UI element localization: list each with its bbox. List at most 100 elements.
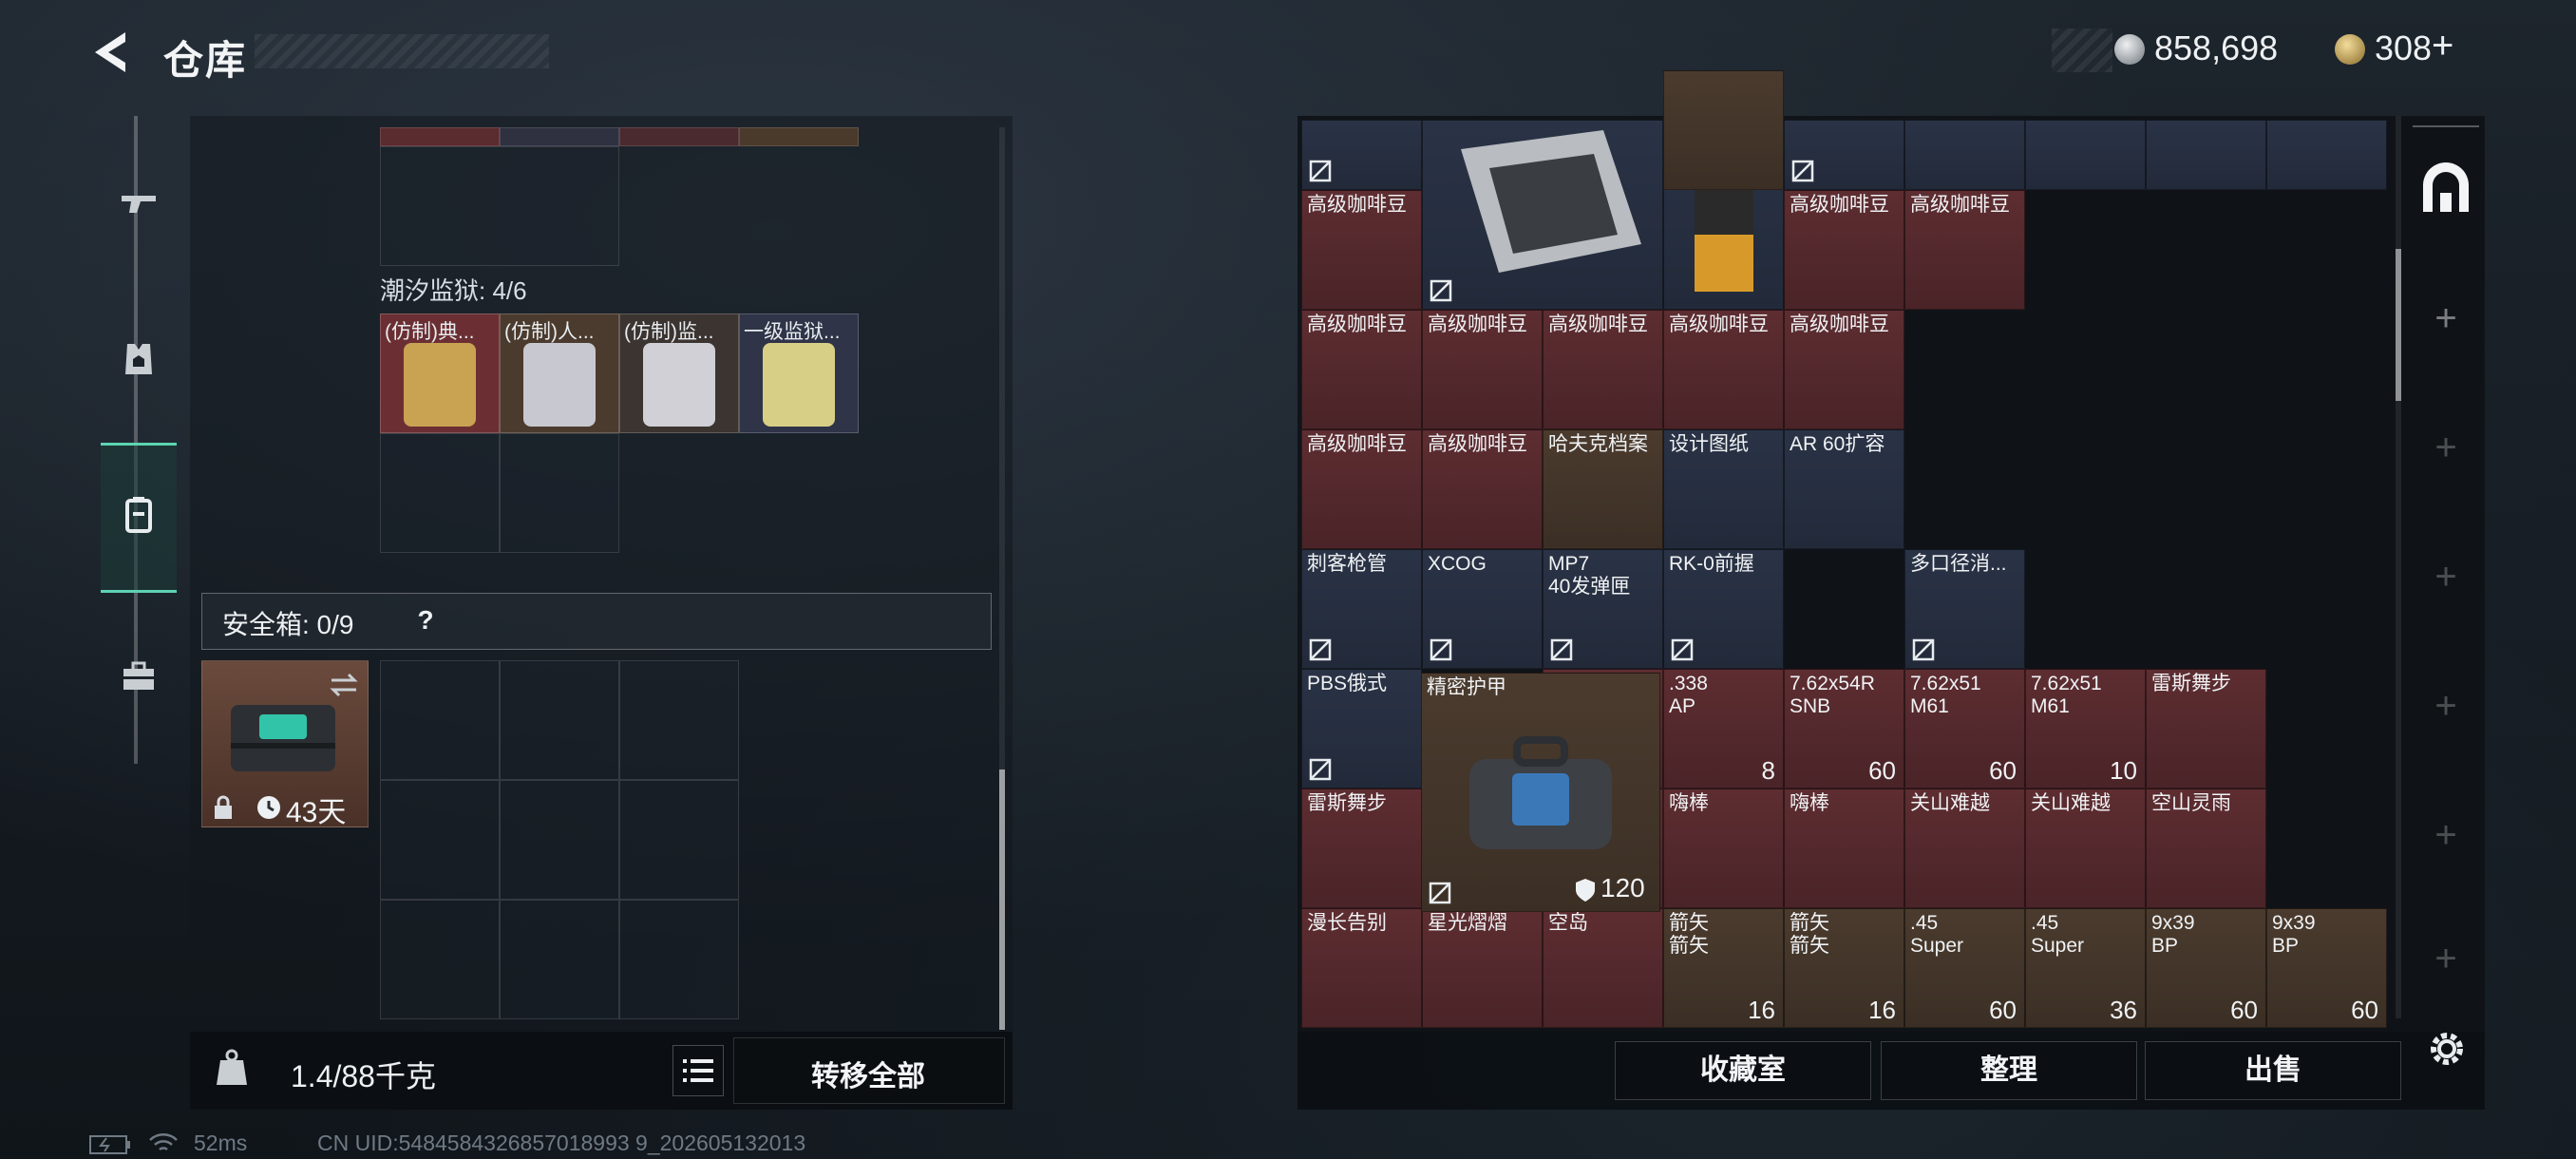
toolkit-item[interactable] [1422, 120, 1663, 310]
warehouse-item[interactable]: 嗨棒 [1663, 788, 1784, 908]
warehouse-item[interactable]: RK-0前握 [1663, 549, 1784, 669]
warehouse-item[interactable]: 空山灵雨 [2146, 788, 2266, 908]
add-warehouse-tab-1[interactable]: + [2413, 262, 2479, 374]
safe-slot[interactable] [619, 900, 739, 1019]
precision-armor-item[interactable]: 精密护甲 120 [1421, 673, 1660, 912]
prison-item-card[interactable]: (仿制)典... [380, 314, 500, 433]
warehouse-item[interactable]: 空岛 [1543, 908, 1663, 1028]
warehouse-item[interactable]: 高级咖啡豆 [1301, 310, 1422, 429]
warehouse-item[interactable] [1784, 120, 1904, 190]
prison-item-card[interactable]: 一级监狱... [739, 314, 859, 433]
back-arrow-icon[interactable] [87, 27, 135, 78]
warehouse-item[interactable]: .45 Super 36 [2025, 908, 2146, 1028]
warehouse-item[interactable]: AR 60扩容 [1784, 429, 1904, 549]
item-label: 设计图纸 [1669, 433, 1749, 455]
nav-armor-tab[interactable] [101, 314, 177, 408]
empty-slot[interactable] [380, 433, 500, 553]
sell-button[interactable]: 出售 [2145, 1041, 2401, 1100]
warehouse-item[interactable]: 高级咖啡豆 [1301, 190, 1422, 310]
add-currency-button[interactable]: + [2432, 25, 2453, 67]
item-count: 16 [1748, 996, 1775, 1024]
container-slot[interactable] [500, 127, 619, 146]
warehouse-item[interactable] [2025, 120, 2146, 190]
warehouse-item[interactable]: 9x39 BP 60 [2266, 908, 2387, 1028]
warehouse-item[interactable]: 7.62x54R SNB 60 [1784, 669, 1904, 788]
clock-icon [257, 796, 280, 819]
add-warehouse-tab-3[interactable]: + [2413, 521, 2479, 633]
warehouse-item[interactable]: 高级咖啡豆 [1904, 190, 2025, 310]
safe-slot[interactable] [500, 780, 619, 900]
warehouse-item[interactable]: 高级咖啡豆 [1663, 310, 1784, 429]
add-warehouse-tab-4[interactable]: + [2413, 650, 2479, 762]
nav-toolbox-tab[interactable] [101, 631, 177, 726]
warehouse-item[interactable]: 7.62x51 M61 10 [2025, 669, 2146, 788]
empty-slot[interactable] [380, 146, 619, 266]
help-button[interactable]: ? [407, 600, 445, 640]
nav-backpack-tab[interactable] [101, 443, 177, 593]
keycard-icon [404, 343, 476, 427]
warehouse-item[interactable]: 星光熠熠 [1422, 908, 1543, 1028]
warehouse-item[interactable]: 高级咖啡豆 [1784, 190, 1904, 310]
warehouse-item[interactable]: 9x39 BP 60 [2146, 908, 2266, 1028]
container-slot[interactable] [619, 127, 739, 146]
warehouse-item[interactable]: 7.62x51 M61 60 [1904, 669, 2025, 788]
left-scrollbar-thumb[interactable] [999, 770, 1005, 1030]
prison-item-card[interactable]: (仿制)监... [619, 314, 739, 433]
warehouse-item[interactable]: 嗨棒 [1784, 788, 1904, 908]
warehouse-item[interactable]: .45 Super 60 [1904, 908, 2025, 1028]
add-warehouse-tab-6[interactable]: + [2413, 902, 2479, 1015]
nav-weapons-tab[interactable] [101, 158, 177, 253]
safe-slot[interactable] [500, 900, 619, 1019]
warehouse-item[interactable]: 箭矢 箭矢 16 [1784, 908, 1904, 1028]
warehouse-item[interactable]: PBS俄式 [1301, 669, 1422, 788]
item-count: 10 [2110, 756, 2137, 785]
collection-button[interactable]: 收藏室 [1615, 1041, 1871, 1100]
safe-box-item[interactable]: 43天 [201, 660, 369, 828]
safe-slot[interactable] [380, 900, 500, 1019]
item-label: (仿制)典... [385, 321, 475, 343]
warehouse-item[interactable] [1301, 120, 1422, 190]
warehouse-item[interactable] [2266, 120, 2387, 190]
warehouse-item[interactable]: 箭矢 箭矢 16 [1663, 908, 1784, 1028]
warehouse-item[interactable]: 高级咖啡豆 [1422, 310, 1543, 429]
warehouse-item[interactable] [2146, 120, 2266, 190]
warehouse-item[interactable]: 哈夫克档案 [1543, 429, 1663, 549]
warehouse-item[interactable]: 多口径消... [1904, 549, 2025, 669]
warehouse-item[interactable]: 雷斯舞步 [1301, 788, 1422, 908]
settings-gear-icon[interactable] [2424, 1026, 2470, 1072]
prison-item-card[interactable]: (仿制)人... [500, 314, 619, 433]
add-warehouse-tab-5[interactable]: + [2413, 779, 2479, 891]
list-view-button[interactable] [672, 1045, 724, 1096]
warehouse-item[interactable]: 刺客枪管 [1301, 549, 1422, 669]
safe-slot[interactable] [619, 780, 739, 900]
warehouse-tab-home[interactable] [2413, 133, 2479, 245]
warehouse-item[interactable]: 关山难越 [1904, 788, 2025, 908]
warehouse-item[interactable]: MP7 40发弹匣 [1543, 549, 1663, 669]
empty-slot[interactable] [500, 433, 619, 553]
item-label: 9x39 BP [2151, 912, 2195, 957]
warehouse-item[interactable]: 漫长告别 [1301, 908, 1422, 1028]
warehouse-item[interactable]: 关山难越 [2025, 788, 2146, 908]
safe-slot[interactable] [619, 660, 739, 780]
right-scrollbar-thumb[interactable] [2396, 249, 2401, 401]
warehouse-item[interactable] [1663, 70, 1784, 190]
warehouse-item[interactable]: 高级咖啡豆 [1784, 310, 1904, 429]
swap-icon[interactable] [328, 671, 360, 699]
warehouse-item[interactable]: 雷斯舞步 [2146, 669, 2266, 788]
warehouse-item[interactable]: 高级咖啡豆 [1422, 429, 1543, 549]
item-count: 36 [2110, 996, 2137, 1024]
warehouse-item[interactable]: 高级咖啡豆 [1301, 429, 1422, 549]
safe-slot[interactable] [380, 660, 500, 780]
warehouse-item[interactable]: .338 AP 8 [1663, 669, 1784, 788]
container-slot[interactable] [380, 127, 500, 146]
warehouse-item[interactable]: XCOG [1422, 549, 1543, 669]
container-slot[interactable] [739, 127, 859, 146]
safe-slot[interactable] [380, 780, 500, 900]
warehouse-item[interactable] [1904, 120, 2025, 190]
warehouse-item[interactable]: 高级咖啡豆 [1543, 310, 1663, 429]
organize-button[interactable]: 整理 [1881, 1041, 2137, 1100]
add-warehouse-tab-2[interactable]: + [2413, 391, 2479, 504]
item-label: 高级咖啡豆 [1307, 194, 1407, 216]
safe-slot[interactable] [500, 660, 619, 780]
warehouse-item[interactable]: 设计图纸 [1663, 429, 1784, 549]
